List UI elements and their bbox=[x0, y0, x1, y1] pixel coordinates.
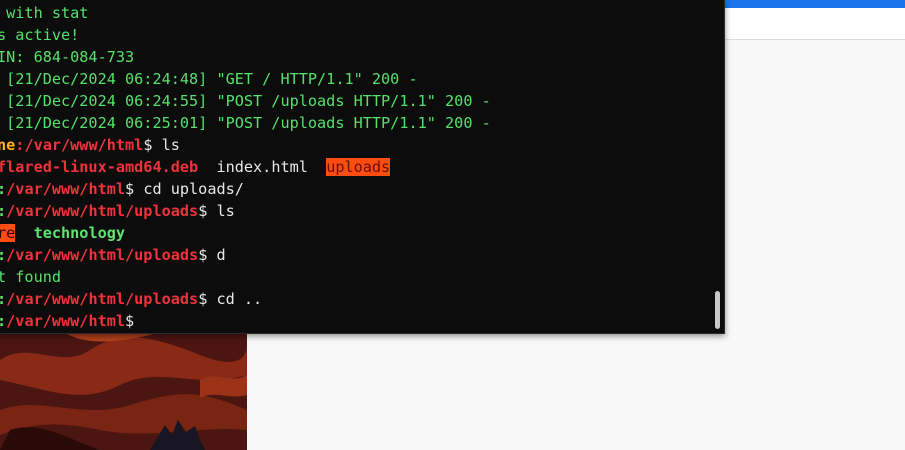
terminal-text-segment: :/var/www/html bbox=[15, 136, 144, 154]
terminal-text-segment: :/var/www/html bbox=[0, 180, 126, 198]
terminal-text-segment: IN: 684-084-733 bbox=[0, 48, 135, 66]
terminal-line: re technology bbox=[0, 222, 125, 244]
terminal-text-segment: re bbox=[0, 224, 16, 242]
terminal-line: ne:/var/www/html$ ls bbox=[0, 134, 180, 156]
terminal-line: [21/Dec/2024 06:24:48] "GET / HTTP/1.1" … bbox=[0, 68, 418, 90]
terminal-text-segment: [21/Dec/2024 06:24:55] "POST /uploads HT… bbox=[0, 92, 491, 110]
terminal-text-segment: technology bbox=[33, 224, 126, 242]
terminal-line: :/var/www/html/uploads$ d bbox=[0, 244, 226, 266]
terminal-text-segment: $ ls bbox=[143, 136, 180, 154]
desktop: with stat s active! IN: 684-084-733 [21/De… bbox=[0, 0, 905, 450]
terminal-line: with stat bbox=[0, 2, 88, 24]
terminal-text-segment: :/var/www/html/uploads bbox=[0, 246, 199, 264]
terminal-line: s active! bbox=[0, 24, 79, 46]
terminal-text-segment: flared-linux-amd64.deb bbox=[0, 158, 199, 176]
terminal-output[interactable]: with stat s active! IN: 684-084-733 [21/De… bbox=[0, 0, 710, 333]
terminal-line: [21/Dec/2024 06:24:55] "POST /uploads HT… bbox=[0, 90, 491, 112]
terminal-text-segment: s active! bbox=[0, 26, 80, 44]
terminal-line: :/var/www/html/uploads$ ls bbox=[0, 200, 235, 222]
terminal-text-segment: ne bbox=[0, 136, 16, 154]
terminal-text-segment: uploads bbox=[326, 158, 391, 176]
terminal-text-segment: :/var/www/html bbox=[0, 312, 126, 330]
terminal-line: [21/Dec/2024 06:25:01] "POST /uploads HT… bbox=[0, 112, 491, 134]
terminal-text-segment: t found bbox=[0, 268, 62, 286]
terminal-text-segment: $ d bbox=[198, 246, 226, 264]
terminal-line: :/var/www/html$ bbox=[0, 310, 134, 332]
terminal-text-segment: $ bbox=[125, 312, 135, 330]
terminal-text-segment: with stat bbox=[0, 4, 89, 22]
wallpaper-art-icon bbox=[0, 330, 247, 450]
terminal-line: flared-linux-amd64.deb index.html upload… bbox=[0, 156, 391, 178]
terminal-line: t found bbox=[0, 266, 61, 288]
terminal-line: :/var/www/html/uploads$ cd .. bbox=[0, 288, 262, 310]
terminal-text-segment: [21/Dec/2024 06:25:01] "POST /uploads HT… bbox=[0, 114, 491, 132]
terminal-line: :/var/www/html$ cd uploads/ bbox=[0, 178, 244, 200]
terminal-window[interactable]: with stat s active! IN: 684-084-733 [21/De… bbox=[0, 0, 725, 334]
desktop-wallpaper bbox=[0, 330, 247, 450]
terminal-text-segment: index.html bbox=[198, 158, 327, 176]
terminal-text-segment: $ cd uploads/ bbox=[125, 180, 244, 198]
terminal-text-segment: :/var/www/html/uploads bbox=[0, 202, 199, 220]
terminal-scrollbar[interactable] bbox=[715, 291, 720, 329]
terminal-text-segment: :/var/www/html/uploads bbox=[0, 290, 199, 308]
terminal-line: IN: 684-084-733 bbox=[0, 46, 134, 68]
terminal-text-segment: [21/Dec/2024 06:24:48] "GET / HTTP/1.1" … bbox=[0, 70, 418, 88]
terminal-text-segment: $ cd .. bbox=[198, 290, 263, 308]
terminal-text-segment: $ ls bbox=[198, 202, 235, 220]
